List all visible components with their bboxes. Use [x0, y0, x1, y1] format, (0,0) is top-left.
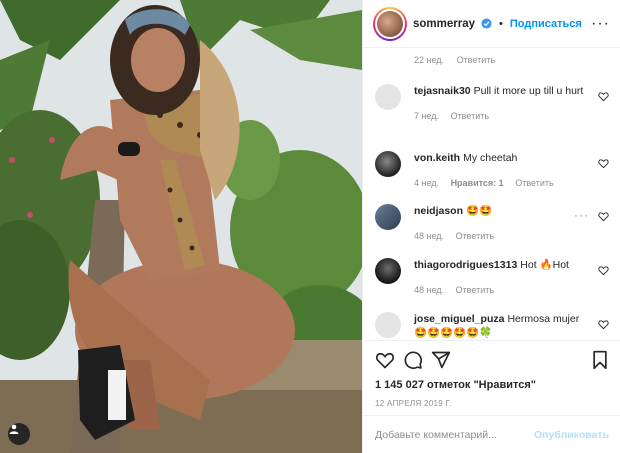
- post-date[interactable]: 12 АПРЕЛЯ 2019 Г.: [375, 399, 609, 408]
- photo-scene: [0, 0, 362, 453]
- comment-like-heart-icon[interactable]: [598, 158, 609, 169]
- comment-time: 7 нед.: [414, 111, 440, 121]
- verified-badge-icon: [481, 18, 492, 29]
- comment-avatar[interactable]: [375, 84, 401, 110]
- action-icons: [375, 349, 609, 371]
- comment-time: 22 нед.: [414, 55, 445, 65]
- avatar[interactable]: [373, 6, 407, 41]
- comment-username[interactable]: tejasnaik30: [414, 85, 471, 97]
- comment-item: jose_miguel_puza Hermosa mujer 🤩🤩🤩🤩🤩🍀: [375, 312, 611, 340]
- comments-list[interactable]: 22 нед. Ответить tejasnaik30 Pull it more…: [363, 48, 620, 340]
- comment-username[interactable]: von.keith: [414, 152, 460, 164]
- heart-icon[interactable]: [375, 350, 395, 370]
- reply-link[interactable]: Ответить: [456, 285, 494, 295]
- comment-text: My cheetah: [463, 152, 518, 164]
- reply-link[interactable]: Ответить: [456, 231, 494, 241]
- follow-button[interactable]: Подписаться: [510, 18, 582, 30]
- comment-like-heart-icon[interactable]: [598, 91, 609, 102]
- more-options-icon[interactable]: ···: [591, 15, 610, 33]
- comment-avatar[interactable]: [375, 312, 401, 338]
- comment-username[interactable]: jose_miguel_puza: [414, 313, 504, 325]
- comment-like-heart-icon[interactable]: [598, 211, 609, 222]
- comment-time: 4 нед.: [414, 178, 440, 188]
- separator-dot: •: [499, 17, 503, 30]
- likes-count[interactable]: 1 145 027 отметок "Нравится": [375, 379, 609, 391]
- comment-options-icon[interactable]: ···: [574, 208, 589, 222]
- comment-username[interactable]: neidjason: [414, 205, 463, 217]
- reply-link[interactable]: Ответить: [515, 178, 553, 188]
- previous-comment-meta: 22 нед. Ответить: [414, 55, 505, 65]
- reply-link[interactable]: Ответить: [451, 111, 489, 121]
- comment-avatar[interactable]: [375, 258, 401, 284]
- reply-link[interactable]: Ответить: [457, 55, 495, 65]
- comment-item: thiagorodrigues1313 Hot 🔥Hot 48 нед. Отве…: [375, 258, 611, 297]
- comment-avatar[interactable]: [375, 204, 401, 230]
- comment-icon[interactable]: [403, 350, 423, 370]
- bookmark-icon[interactable]: [591, 350, 609, 370]
- publish-button[interactable]: Опубликовать: [534, 429, 609, 441]
- comment-likes-count[interactable]: Нравится: 1: [451, 178, 504, 188]
- comment-text: Hot 🔥Hot: [520, 259, 569, 271]
- person-glyph: [9, 424, 19, 434]
- comment-time: 48 нед.: [414, 231, 445, 241]
- comment-item: neidjason 🤩🤩 48 нед. Ответить ···: [375, 204, 611, 243]
- post-side-panel: sommerray • Подписаться ··· 22 нед. Отве…: [362, 0, 620, 453]
- comment-input[interactable]: [375, 428, 535, 441]
- comment-like-heart-icon[interactable]: [598, 265, 609, 276]
- comment-time: 48 нед.: [414, 285, 445, 295]
- post-photo[interactable]: [0, 0, 362, 453]
- comment-text: Pull it more up till u hurt: [473, 85, 584, 97]
- comment-text: 🤩🤩: [466, 205, 493, 217]
- comment-avatar[interactable]: [375, 151, 401, 177]
- share-icon[interactable]: [431, 350, 451, 370]
- comment-username[interactable]: thiagorodrigues1313: [414, 259, 517, 271]
- comment-composer: Опубликовать: [363, 415, 620, 453]
- post-header: sommerray • Подписаться ···: [363, 0, 620, 48]
- comment-item: tejasnaik30 Pull it more up till u hurt 7…: [375, 84, 611, 123]
- comment-item: von.keith My cheetah 4 нед. Нравится: 1 О…: [375, 151, 611, 190]
- author-username[interactable]: sommerray: [413, 18, 475, 30]
- user-tag-icon[interactable]: [8, 423, 30, 445]
- post-actions: 1 145 027 отметок "Нравится" 12 АПРЕЛЯ 2…: [363, 340, 620, 408]
- comment-like-heart-icon[interactable]: [598, 319, 609, 330]
